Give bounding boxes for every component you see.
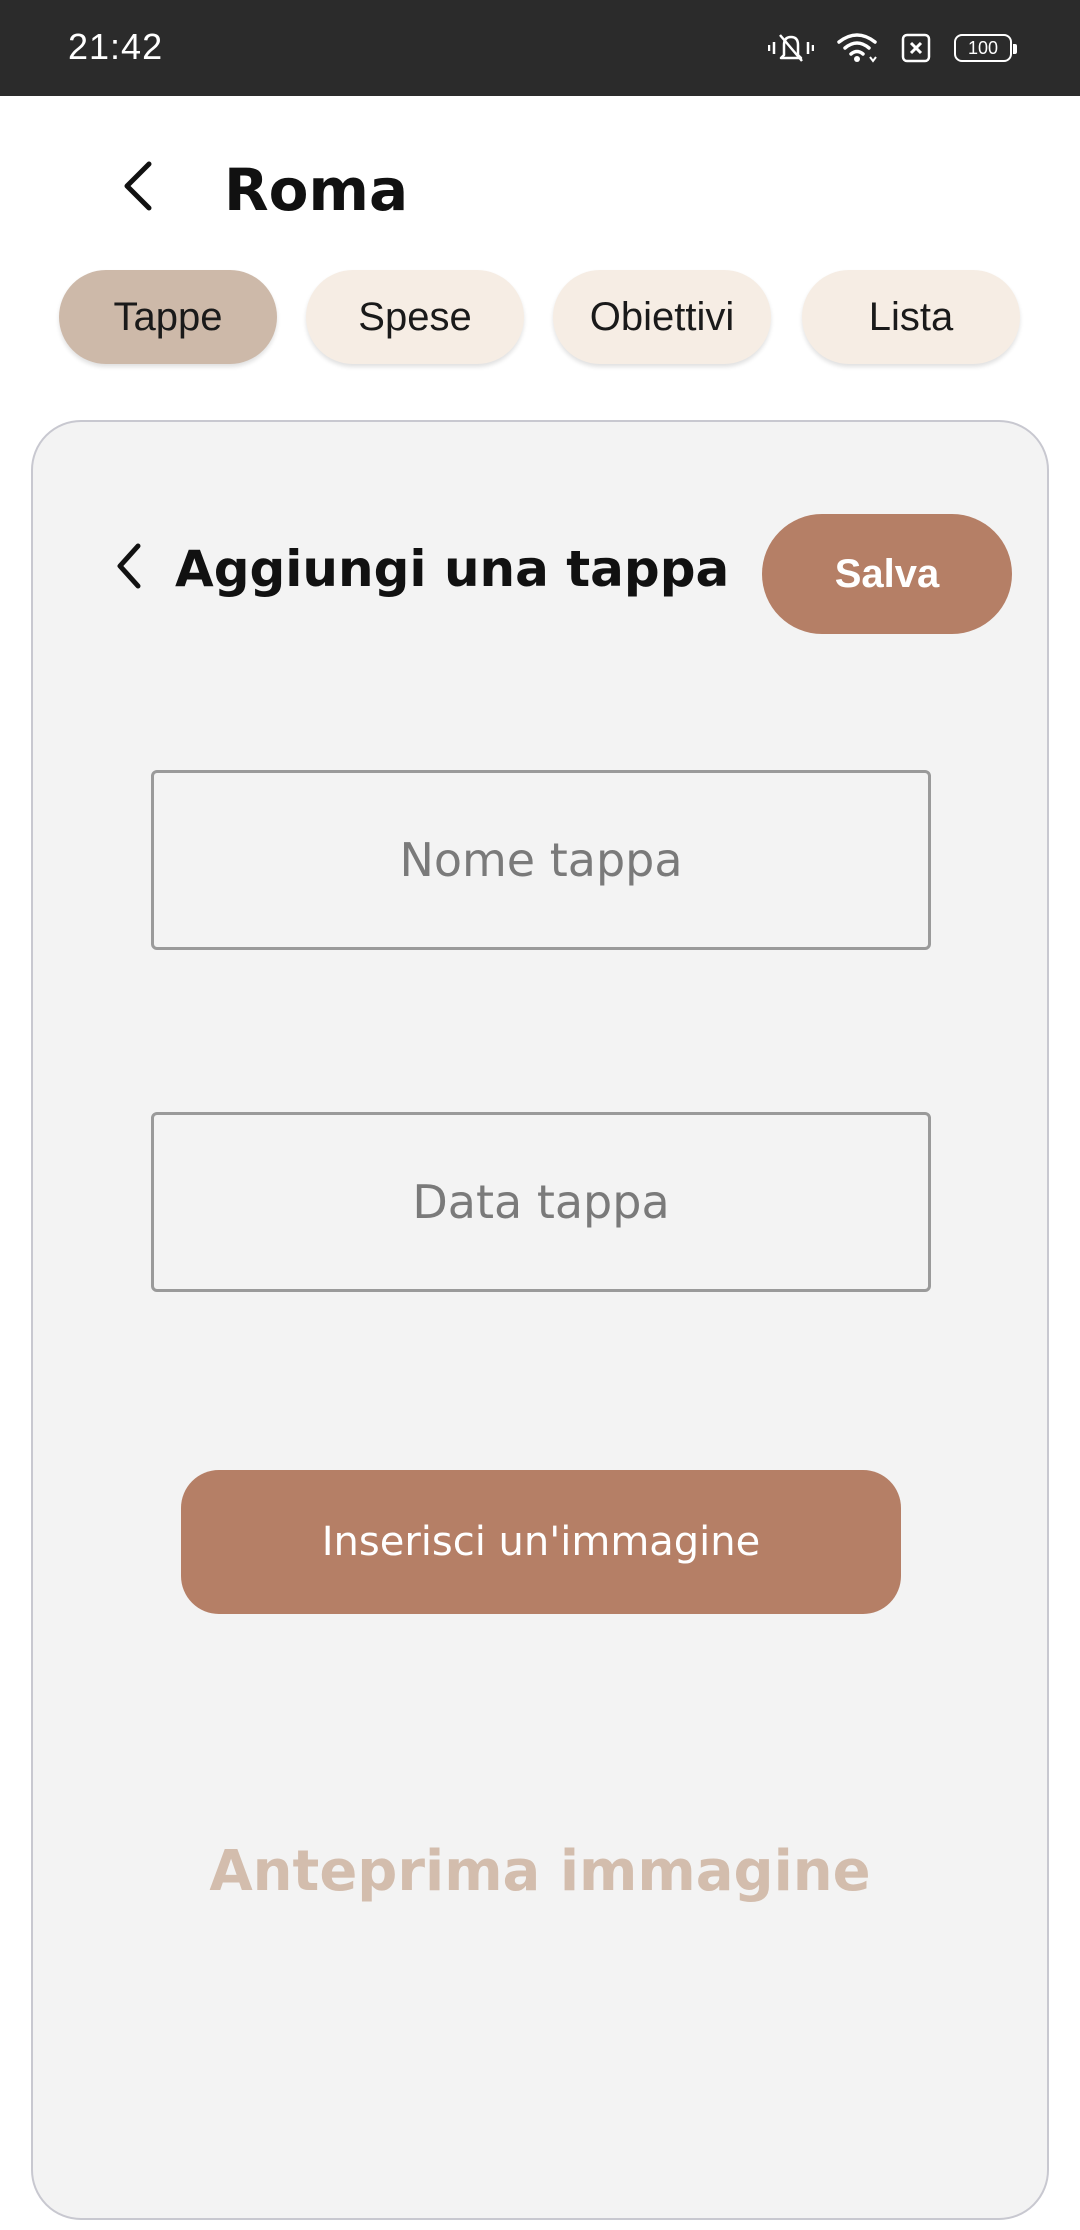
sim-off-icon — [900, 32, 932, 64]
image-preview-placeholder: Anteprima immagine — [209, 1839, 871, 1904]
card-back-button[interactable] — [109, 538, 149, 598]
insert-image-button[interactable]: Inserisci un'immagine — [181, 1470, 901, 1614]
stop-name-input[interactable] — [154, 832, 928, 888]
vibrate-mute-icon — [768, 31, 814, 65]
stop-name-field[interactable] — [151, 770, 931, 950]
status-time: 21:42 — [68, 26, 164, 67]
add-stop-card: Aggiungi una tappa Salva Inserisci un'im… — [31, 420, 1049, 2220]
tab-tappe[interactable]: Tappe — [59, 270, 277, 364]
status-bar: 21:42 100 — [0, 0, 1080, 96]
chevron-left-icon — [121, 160, 155, 216]
chevron-left-icon — [114, 542, 144, 594]
page-title: Roma — [224, 156, 409, 224]
form-title: Aggiungi una tappa — [175, 540, 730, 598]
status-icons: 100 — [768, 24, 1017, 72]
tab-lista[interactable]: Lista — [802, 270, 1020, 364]
back-button[interactable] — [112, 158, 164, 218]
wifi-icon — [836, 31, 878, 65]
stop-date-input[interactable] — [154, 1174, 928, 1230]
tab-spese[interactable]: Spese — [306, 270, 524, 364]
battery-icon: 100 — [954, 34, 1017, 62]
tab-obiettivi[interactable]: Obiettivi — [553, 270, 771, 364]
save-button[interactable]: Salva — [762, 514, 1012, 634]
stop-date-field[interactable] — [151, 1112, 931, 1292]
